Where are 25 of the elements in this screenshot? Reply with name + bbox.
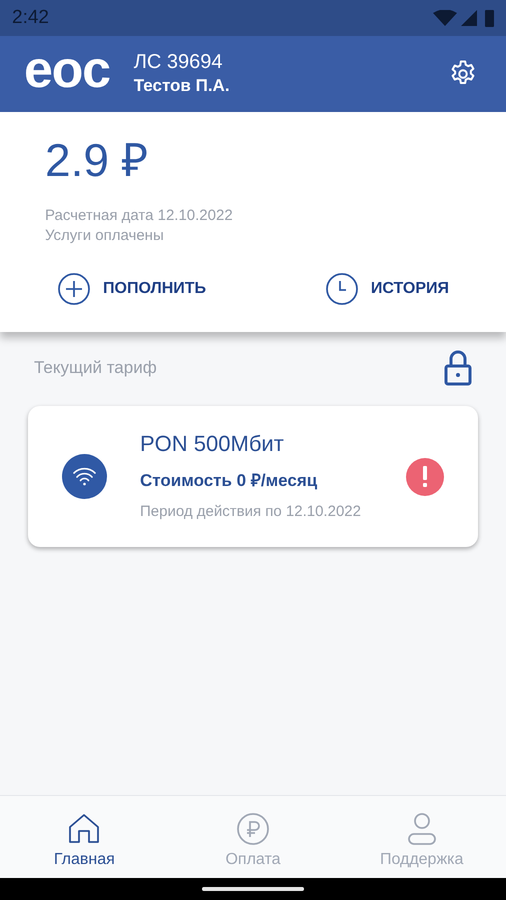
status-time: 2:42 <box>12 6 49 30</box>
home-icon <box>67 812 102 846</box>
action-button[interactable]: ИСТОРИЯ <box>324 272 449 306</box>
tariff-period: Период действия по 12.10.2022 <box>140 502 362 522</box>
tariff-name: PON 500Мбит <box>140 430 285 458</box>
section-heading: Текущий тариф <box>34 357 157 380</box>
tariff-price: Стоимость 0 ₽/месяц <box>140 470 318 492</box>
balance-amount: 2.9 ₽ <box>45 133 150 188</box>
nav-tab[interactable]: Главная <box>0 796 169 878</box>
wifi-signal-icon <box>433 10 457 26</box>
user-name: Тестов П.А. <box>134 75 231 97</box>
tariff-card[interactable]: PON 500Мбит Стоимость 0 ₽/месяц Период действия по 12.10.2022 <box>28 406 478 547</box>
action-button[interactable]: ПОПОЛНИТЬ <box>57 272 206 306</box>
plus-circle-icon <box>57 272 91 306</box>
lock-icon[interactable] <box>444 350 472 386</box>
wifi-icon <box>62 454 107 499</box>
billing-date: Расчетная дата 12.10.2022 <box>45 206 234 226</box>
payment-status: Услуги оплачены <box>45 226 165 246</box>
logo: eoc <box>24 44 110 96</box>
warning-icon[interactable] <box>406 458 444 496</box>
account-number: ЛС 39694 <box>134 50 224 74</box>
battery-icon <box>485 10 494 26</box>
ruble-circle-icon <box>236 812 270 846</box>
clock-icon <box>324 272 359 306</box>
cell-signal-icon <box>461 10 477 26</box>
